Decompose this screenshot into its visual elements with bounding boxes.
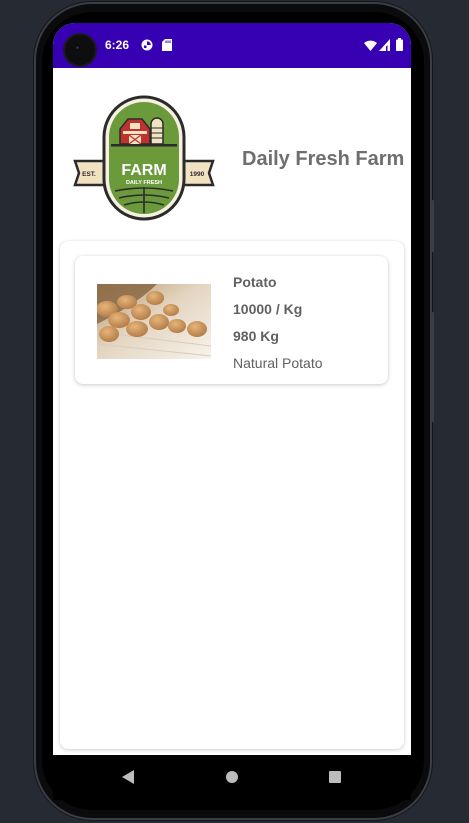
product-description: Natural Potato <box>233 355 323 371</box>
product-image <box>97 284 211 359</box>
logo-sub-text: DAILY FRESH <box>126 180 162 186</box>
signal-icon <box>379 39 390 51</box>
logo-est-label: EST. <box>82 171 96 178</box>
front-camera <box>65 35 95 65</box>
system-nav-bar <box>53 755 411 800</box>
app-notification-icon <box>141 39 153 51</box>
battery-icon <box>396 38 403 51</box>
home-button[interactable] <box>226 771 238 783</box>
product-card[interactable]: Potato 10000 / Kg 980 Kg Natural Potato <box>75 256 388 384</box>
product-price: 10000 / Kg <box>233 301 303 317</box>
wifi-icon <box>364 40 377 51</box>
sd-card-icon <box>162 39 172 51</box>
logo-main-text: FARM <box>121 162 166 179</box>
power-button <box>431 312 434 422</box>
product-name: Potato <box>233 274 277 290</box>
farm-logo: FARM DAILY FRESH EST. 1990 <box>73 95 215 221</box>
volume-button <box>431 200 434 252</box>
status-time: 6:26 <box>105 38 130 52</box>
product-list: Potato 10000 / Kg 980 Kg Natural Potato <box>60 241 404 749</box>
recents-button[interactable] <box>329 771 341 783</box>
status-bar: 6:26 <box>53 23 411 68</box>
back-button[interactable] <box>121 769 135 785</box>
product-stock: 980 Kg <box>233 328 279 344</box>
app-title: Daily Fresh Farm <box>242 148 405 170</box>
logo-year: 1990 <box>190 171 205 178</box>
app-header: FARM DAILY FRESH EST. 1990 Daily Fresh F… <box>53 68 411 238</box>
app-screen: 6:26 FARM DAILY FRESH EST. 1990 Daily Fr… <box>53 23 411 755</box>
